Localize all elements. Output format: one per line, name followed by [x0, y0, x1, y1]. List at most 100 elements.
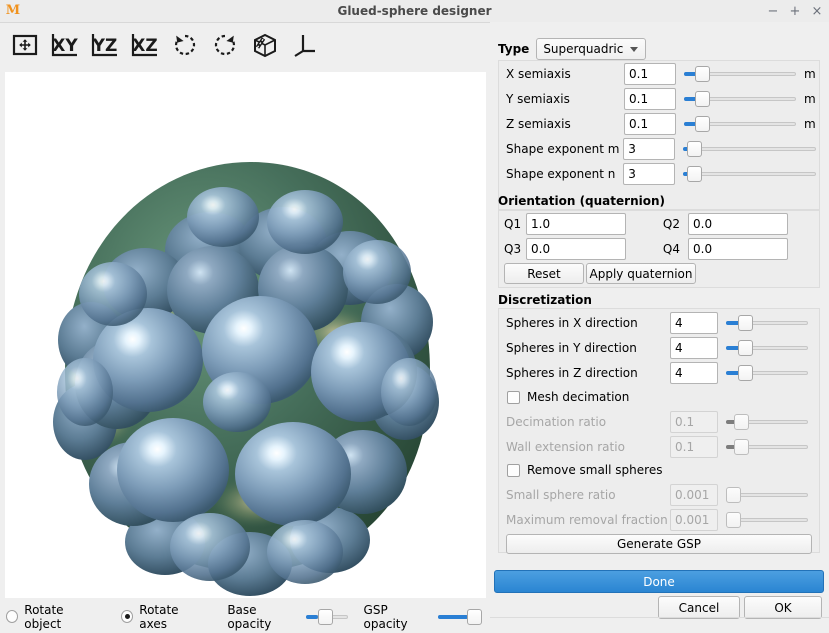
type-label: Type [498, 42, 529, 56]
box-view-button[interactable] [248, 28, 282, 62]
slider-handle[interactable] [738, 315, 753, 331]
slider-groove [683, 147, 816, 151]
close-icon[interactable]: × [811, 5, 823, 18]
cancel-button[interactable]: Cancel [658, 596, 740, 619]
shape-row-exponent-m: Shape exponent m 3 [506, 138, 816, 160]
radio-rotate-object[interactable]: Rotate object [6, 603, 99, 631]
slider-handle[interactable] [695, 91, 710, 107]
x-semiaxis-unit: m [804, 67, 816, 81]
slider-handle[interactable] [687, 141, 702, 157]
shape-exponent-n-slider[interactable] [683, 166, 816, 182]
done-button[interactable]: Done [494, 570, 824, 593]
wall-extension-ratio-row: Wall extension ratio 0.1 [506, 436, 808, 458]
slider-handle[interactable] [726, 512, 741, 528]
x-semiaxis-slider[interactable] [684, 66, 796, 82]
maximum-removal-fraction-input[interactable]: 0.001 [670, 509, 718, 531]
generate-gsp-button[interactable]: Generate GSP [506, 534, 812, 554]
view-xz-icon: XZ [130, 32, 160, 58]
title-bar: M Glued-sphere designer − + × [0, 0, 829, 23]
base-opacity-slider[interactable] [306, 609, 347, 625]
q2-input[interactable]: 0.0 [688, 213, 788, 235]
window-title: Glued-sphere designer [0, 0, 829, 22]
slider-handle[interactable] [687, 166, 702, 182]
x-semiaxis-input[interactable]: 0.1 [624, 63, 676, 85]
y-semiaxis-input[interactable]: 0.1 [624, 88, 676, 110]
q1-input[interactable]: 1.0 [526, 213, 626, 235]
shape-row-z-semiaxis: Z semiaxis 0.1 m [506, 113, 816, 135]
shape-exponent-n-input[interactable]: 3 [623, 163, 675, 185]
mesh-decimation-label: Mesh decimation [527, 390, 629, 404]
decimation-ratio-input[interactable]: 0.1 [670, 411, 718, 433]
fit-view-button[interactable] [8, 28, 42, 62]
type-combobox[interactable]: Superquadric [536, 38, 646, 60]
ok-button[interactable]: OK [744, 596, 822, 619]
shape-exponent-m-input[interactable]: 3 [623, 138, 675, 160]
slider-handle[interactable] [726, 487, 741, 503]
spheres-z-input[interactable]: 4 [670, 362, 718, 384]
slider-handle[interactable] [695, 116, 710, 132]
axes-view-button[interactable] [288, 28, 322, 62]
apply-quaternion-button[interactable]: Apply quaternion [586, 263, 696, 284]
q1-label: Q1 [504, 217, 526, 231]
slider-handle[interactable] [734, 414, 749, 430]
remove-small-spheres-label: Remove small spheres [527, 463, 662, 477]
glued-sphere-render[interactable] [5, 72, 486, 598]
gsp-opacity-slider[interactable] [438, 609, 479, 625]
small-sphere-ratio-input[interactable]: 0.001 [670, 484, 718, 506]
rotate-object-radio-icon[interactable] [6, 610, 18, 623]
remove-small-spheres-checkrow[interactable]: Remove small spheres [507, 463, 662, 477]
row-label: Shape exponent n [506, 167, 623, 181]
small-sphere-ratio-slider[interactable] [726, 487, 808, 503]
spheres-z-slider[interactable] [726, 365, 808, 381]
slider-handle[interactable] [318, 609, 333, 625]
spheres-x-input[interactable]: 4 [670, 312, 718, 334]
spheres-y-slider[interactable] [726, 340, 808, 356]
radio-rotate-axes[interactable]: Rotate axes [121, 603, 205, 631]
maximize-icon[interactable]: + [789, 5, 801, 18]
slider-handle[interactable] [738, 340, 753, 356]
row-label: Small sphere ratio [506, 488, 670, 502]
rotate-ccw-button[interactable] [168, 28, 202, 62]
z-semiaxis-input[interactable]: 0.1 [624, 113, 676, 135]
shape-exponent-m-slider[interactable] [683, 141, 816, 157]
wall-extension-ratio-slider[interactable] [726, 439, 808, 455]
slider-handle[interactable] [695, 66, 710, 82]
reset-button[interactable]: Reset [504, 263, 584, 284]
remove-small-spheres-checkbox[interactable] [507, 464, 520, 477]
slider-groove [683, 172, 816, 176]
q3-input[interactable]: 0.0 [526, 238, 626, 260]
rotate-axes-radio-icon[interactable] [121, 610, 133, 623]
view-xy-button[interactable]: XY [48, 28, 82, 62]
view-xz-button[interactable]: XZ [128, 28, 162, 62]
z-semiaxis-slider[interactable] [684, 116, 796, 132]
slider-handle[interactable] [467, 609, 482, 625]
rotate-cw-button[interactable] [208, 28, 242, 62]
svg-text:YZ: YZ [92, 36, 118, 56]
spheres-x-slider[interactable] [726, 315, 808, 331]
wall-extension-ratio-input[interactable]: 0.1 [670, 436, 718, 458]
y-semiaxis-slider[interactable] [684, 91, 796, 107]
view-yz-icon: YZ [90, 32, 120, 58]
minimize-icon[interactable]: − [767, 5, 779, 18]
rotate-axes-label: Rotate axes [139, 603, 205, 631]
svg-text:XZ: XZ [132, 36, 157, 56]
spheres-y-input[interactable]: 4 [670, 337, 718, 359]
row-label: Spheres in Z direction [506, 366, 670, 380]
slider-handle[interactable] [734, 439, 749, 455]
y-semiaxis-unit: m [804, 92, 816, 106]
slider-fill [306, 615, 318, 619]
row-label: Z semiaxis [506, 117, 624, 131]
mesh-decimation-checkbox[interactable] [507, 391, 520, 404]
axes-icon [292, 32, 318, 58]
3d-viewport[interactable] [5, 72, 486, 598]
svg-text:XY: XY [52, 36, 78, 56]
maximum-removal-fraction-slider[interactable] [726, 512, 808, 528]
q4-input[interactable]: 0.0 [688, 238, 788, 260]
slider-handle[interactable] [738, 365, 753, 381]
view-yz-button[interactable]: YZ [88, 28, 122, 62]
mesh-decimation-checkrow[interactable]: Mesh decimation [507, 390, 629, 404]
q4-label: Q4 [626, 242, 688, 256]
decimation-ratio-slider[interactable] [726, 414, 808, 430]
gsp-opacity-label: GSP opacity [364, 603, 431, 631]
q2-label: Q2 [626, 217, 688, 231]
